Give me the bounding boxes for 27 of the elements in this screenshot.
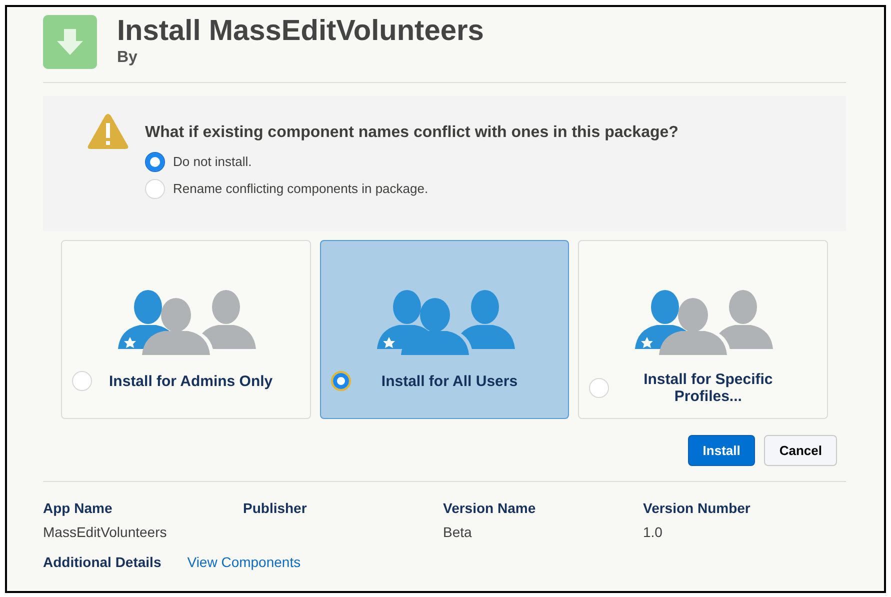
view-components-link[interactable]: View Components	[187, 554, 301, 570]
option-label: Install for Specific Profiles...	[642, 371, 774, 405]
warning-icon	[87, 113, 129, 150]
detail-label: Version Number	[643, 500, 752, 516]
detail-value: MassEditVolunteers	[43, 524, 168, 540]
conflict-question: What if existing component names conflict with ones in this package?	[145, 124, 678, 142]
install-option-card[interactable]: Install for Specific Profiles...	[578, 240, 828, 419]
install-option-card[interactable]: Install for Admins Only	[61, 240, 311, 419]
radio-button[interactable]	[330, 371, 351, 391]
detail-label: Additional Details	[43, 554, 162, 570]
download-icon	[43, 15, 97, 69]
page-title: Install MassEditVolunteers	[117, 15, 484, 47]
radio-button[interactable]	[589, 378, 610, 398]
detail-value: 1.0	[643, 524, 664, 540]
publisher-byline: By	[117, 49, 138, 67]
install-option-card[interactable]: Install for All Users	[320, 240, 570, 419]
cancel-button[interactable]: Cancel	[764, 435, 837, 466]
detail-label: Version Name	[443, 500, 537, 516]
radio-button[interactable]	[72, 371, 92, 391]
install-button[interactable]: Install	[688, 435, 756, 466]
option-label: Install for All Users	[380, 372, 519, 390]
detail-value: Beta	[443, 524, 473, 540]
radio-option[interactable]: Rename conflicting components in package.	[145, 175, 678, 202]
radio-option[interactable]: Do not install.	[145, 148, 678, 175]
detail-label: Publisher	[243, 500, 308, 516]
option-label: Install for Admins Only	[108, 372, 274, 390]
detail-label: App Name	[43, 500, 114, 516]
